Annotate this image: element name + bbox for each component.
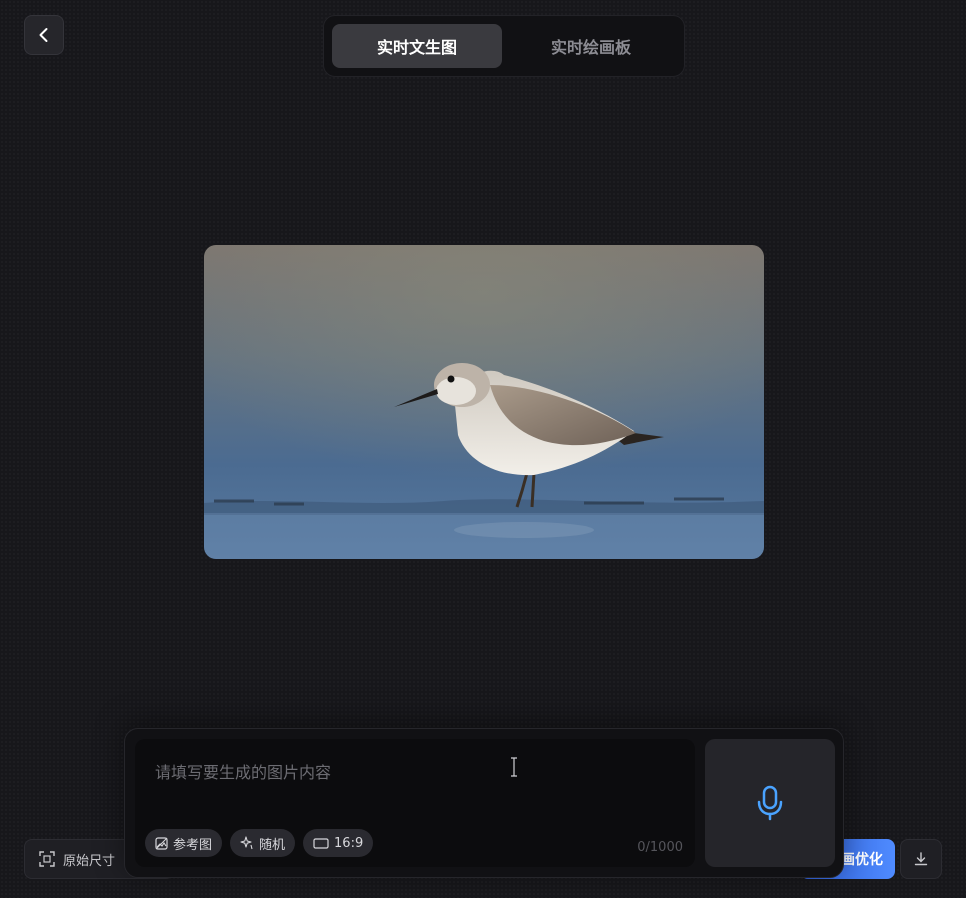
original-size-label: 原始尺寸 [63, 853, 116, 869]
prompt-input[interactable]: 请填写要生成的图片内容 参考图 随机 16:9 0/1000 [135, 739, 695, 867]
fit-screen-icon [39, 851, 55, 867]
text-cursor-icon [511, 757, 517, 777]
prompt-placeholder: 请填写要生成的图片内容 [155, 763, 332, 782]
prompt-options: 参考图 随机 16:9 [145, 829, 374, 857]
download-button[interactable] [900, 839, 942, 879]
back-button[interactable] [24, 15, 64, 55]
microphone-icon [757, 785, 783, 821]
image-reference-icon [155, 836, 168, 850]
prompt-panel: 请填写要生成的图片内容 参考图 随机 16:9 0/1000 [124, 728, 844, 878]
sparkle-icon [240, 836, 253, 850]
chevron-left-icon [39, 28, 48, 42]
char-counter: 0/1000 [637, 840, 683, 855]
reference-image-chip[interactable]: 参考图 [145, 829, 223, 857]
random-chip[interactable]: 随机 [230, 829, 296, 857]
reference-image-label: 参考图 [173, 837, 213, 853]
tab-realtime-text-to-image[interactable]: 实时文生图 [332, 24, 502, 68]
optimize-label: 画优化 [841, 852, 883, 868]
generated-image [204, 245, 764, 559]
aspect-ratio-icon [313, 837, 329, 849]
mode-tabs: 实时文生图 实时绘画板 [323, 15, 685, 77]
aspect-ratio-label: 16:9 [334, 835, 364, 851]
tab-realtime-drawing-board[interactable]: 实时绘画板 [506, 24, 676, 68]
download-icon [914, 852, 928, 866]
aspect-ratio-chip[interactable]: 16:9 [303, 829, 374, 857]
random-label: 随机 [259, 837, 286, 853]
voice-input-button[interactable] [705, 739, 835, 867]
